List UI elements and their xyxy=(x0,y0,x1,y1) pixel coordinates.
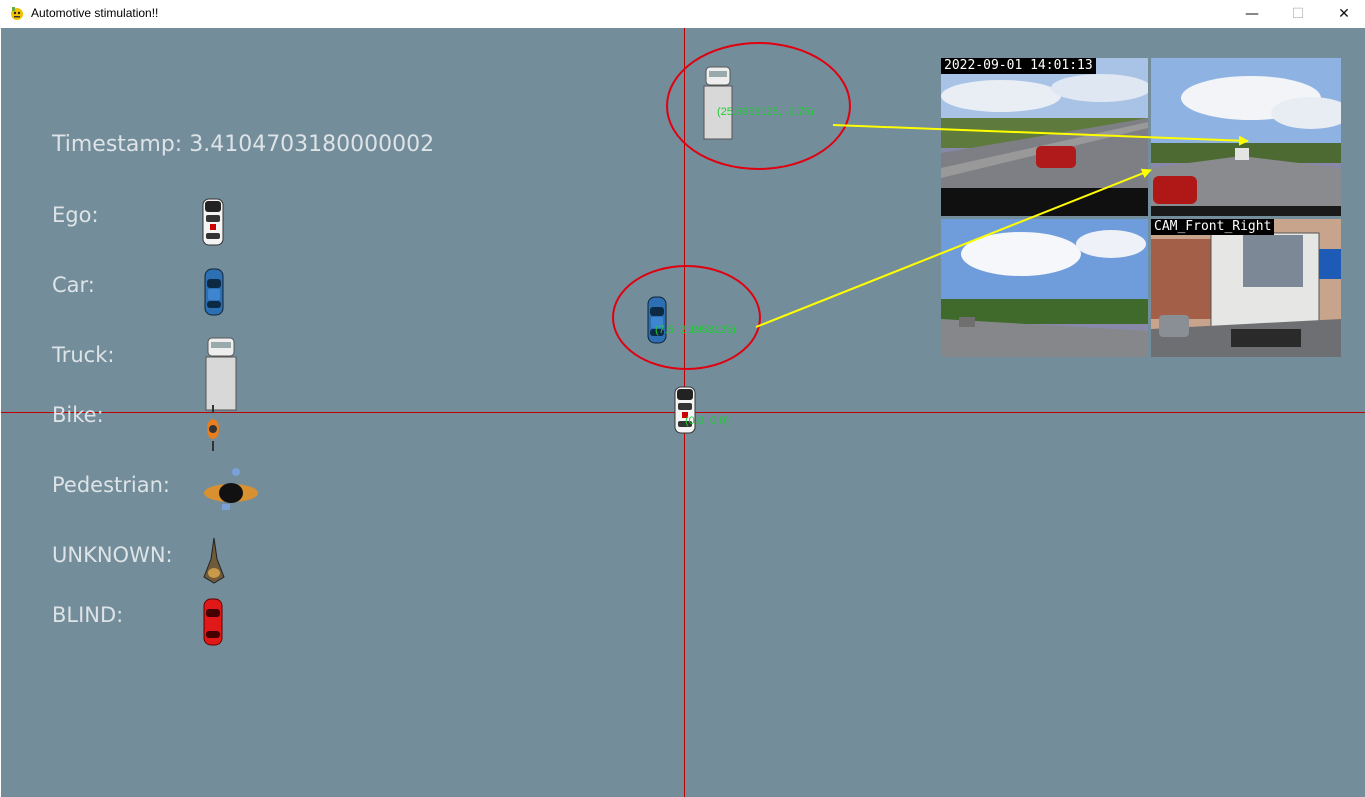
ego-coordinate-label: (0.0, 0.0) xyxy=(685,415,730,427)
unknown-object-icon xyxy=(203,537,225,584)
pedestrian-icon xyxy=(204,468,258,510)
maximize-button[interactable]: ☐ xyxy=(1275,0,1321,28)
legend-label-pedestrian: Pedestrian: xyxy=(52,473,170,497)
title-bar: Automotive stimulation!! — ☐ ✕ xyxy=(0,0,1365,29)
legend-label-ego: Ego: xyxy=(52,203,99,227)
legend-label-truck: Truck: xyxy=(52,343,115,367)
bike-icon xyxy=(207,405,219,451)
camera-front-view xyxy=(1151,58,1341,216)
legend-label-unknown: UNKNOWN: xyxy=(52,543,173,567)
window-title: Automotive stimulation!! xyxy=(31,6,159,20)
camera-front-left-view: 2022-09-01 14:01:13 xyxy=(941,58,1148,216)
truck-icon xyxy=(205,337,237,411)
pygame-icon xyxy=(11,7,23,20)
camera-front-right-label: CAM_Front_Right xyxy=(1151,219,1275,235)
ego-car-icon xyxy=(202,198,224,246)
car-highlight-ellipse xyxy=(612,265,761,370)
timestamp-label: Timestamp: 3.4104703180000002 xyxy=(52,132,435,157)
blind-car-icon xyxy=(203,598,223,646)
close-button[interactable]: ✕ xyxy=(1321,0,1365,28)
simulation-canvas[interactable]: Timestamp: 3.4104703180000002 Ego: Car: … xyxy=(1,28,1365,797)
camera-front-right-view: CAM_Front_Right xyxy=(1151,219,1341,357)
camera-rear-left-view xyxy=(941,219,1148,357)
blue-car-icon xyxy=(204,268,224,316)
minimize-button[interactable]: — xyxy=(1229,0,1275,28)
camera-timestamp-label: 2022-09-01 14:01:13 xyxy=(941,58,1096,74)
legend-label-bike: Bike: xyxy=(52,403,104,427)
truck-highlight-ellipse xyxy=(666,42,851,170)
legend-label-blind: BLIND: xyxy=(52,603,124,627)
legend-label-car: Car: xyxy=(52,273,95,297)
